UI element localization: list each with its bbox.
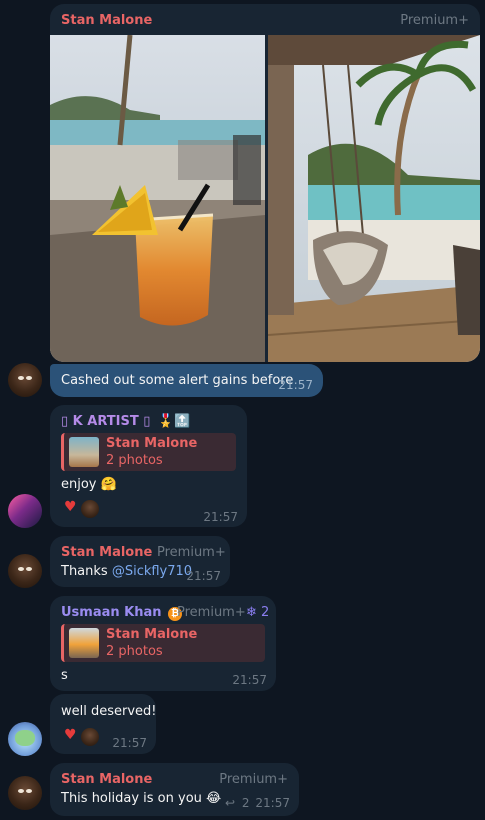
heart-icon: ♥ xyxy=(64,727,77,743)
sender-label: ▯ K ARTIST ▯ xyxy=(61,414,151,429)
reply-arrow-icon: ↩ xyxy=(225,796,236,810)
avatar-frog-user[interactable] xyxy=(8,722,42,756)
reply-thumbnail xyxy=(69,628,99,658)
avatar-stan-malone[interactable] xyxy=(8,363,42,397)
reply-count[interactable]: ↩ 2 xyxy=(225,796,250,810)
avatar-stan-malone[interactable] xyxy=(8,554,42,588)
message-text: This holiday is on you 😂 xyxy=(61,791,222,806)
message-text: Cashed out some alert gains before xyxy=(61,373,294,388)
premium-badge: Premium+ xyxy=(157,545,226,560)
reply-snippet: 2 photos xyxy=(106,453,163,468)
emoji-badges: 🎖️🔝 xyxy=(157,414,191,429)
message-time: 21:57 xyxy=(278,378,313,392)
message-text: s xyxy=(61,668,68,683)
reply-preview[interactable]: Stan Malone 2 photos xyxy=(61,433,236,471)
reply-sender: Stan Malone xyxy=(106,627,198,642)
heart-icon: ♥ xyxy=(64,499,77,515)
reply-sender: Stan Malone xyxy=(106,436,198,451)
avatar-k-artist[interactable] xyxy=(8,494,42,528)
message-text: well deserved! xyxy=(61,704,157,719)
premium-badge: Premium+ xyxy=(400,13,469,28)
cocktail-image xyxy=(50,35,265,362)
photo-cocktail[interactable] xyxy=(50,35,265,362)
sender-name[interactable]: Stan Malone xyxy=(61,545,152,560)
message-usmaan[interactable]: Usmaan Khan ₿ Premium+ ❄ 2 Stan Malone 2… xyxy=(50,596,276,691)
message-time: 21:57 xyxy=(112,736,147,750)
premium-badge: Premium+ xyxy=(219,772,288,787)
message-text: enjoy 🤗 xyxy=(61,477,117,492)
mention-link[interactable]: @Sickfly710 xyxy=(112,564,192,579)
reactor-avatar xyxy=(81,500,99,518)
reply-preview[interactable]: Stan Malone 2 photos xyxy=(61,624,265,662)
sender-name[interactable]: Stan Malone xyxy=(61,13,152,28)
reaction-bar[interactable]: ♥ xyxy=(64,727,104,747)
message-k-artist[interactable]: ▯ K ARTIST ▯ 🎖️🔝 Stan Malone 2 photos en… xyxy=(50,405,247,527)
sender-name[interactable]: Usmaan Khan ₿ xyxy=(61,605,183,621)
message-time: 21:57 xyxy=(255,796,290,810)
avatar-stan-malone[interactable] xyxy=(8,776,42,810)
swing-image xyxy=(268,35,480,362)
sender-name[interactable]: Stan Malone xyxy=(61,772,152,787)
caption-bubble[interactable]: Cashed out some alert gains before 21:57 xyxy=(50,364,323,397)
message-text: Thanks @Sickfly710 xyxy=(61,564,192,579)
sender-name[interactable]: ▯ K ARTIST ▯ 🎖️🔝 xyxy=(61,414,190,429)
message-body: Thanks xyxy=(61,564,112,579)
album-message[interactable]: Stan Malone Premium+ xyxy=(50,4,480,362)
rank-badge: ❄ 2 xyxy=(246,605,270,620)
photo-swing[interactable] xyxy=(268,35,480,362)
message-time: 21:57 xyxy=(232,673,267,687)
reply-count-number: 2 xyxy=(241,796,250,810)
reactor-avatar xyxy=(81,728,99,746)
message-thanks[interactable]: Stan Malone Premium+ Thanks @Sickfly710 … xyxy=(50,536,230,587)
sender-label: Usmaan Khan xyxy=(61,605,162,620)
message-holiday[interactable]: Stan Malone Premium+ This holiday is on … xyxy=(50,763,299,816)
message-well-deserved[interactable]: well deserved! ♥ 21:57 xyxy=(50,694,157,754)
message-time: 21:57 xyxy=(186,569,221,583)
premium-badge: Premium+ xyxy=(177,605,246,620)
message-time: 21:57 xyxy=(203,510,238,524)
reply-thumbnail xyxy=(69,437,99,467)
reaction-bar[interactable]: ♥ xyxy=(64,499,104,519)
reply-snippet: 2 photos xyxy=(106,644,163,659)
